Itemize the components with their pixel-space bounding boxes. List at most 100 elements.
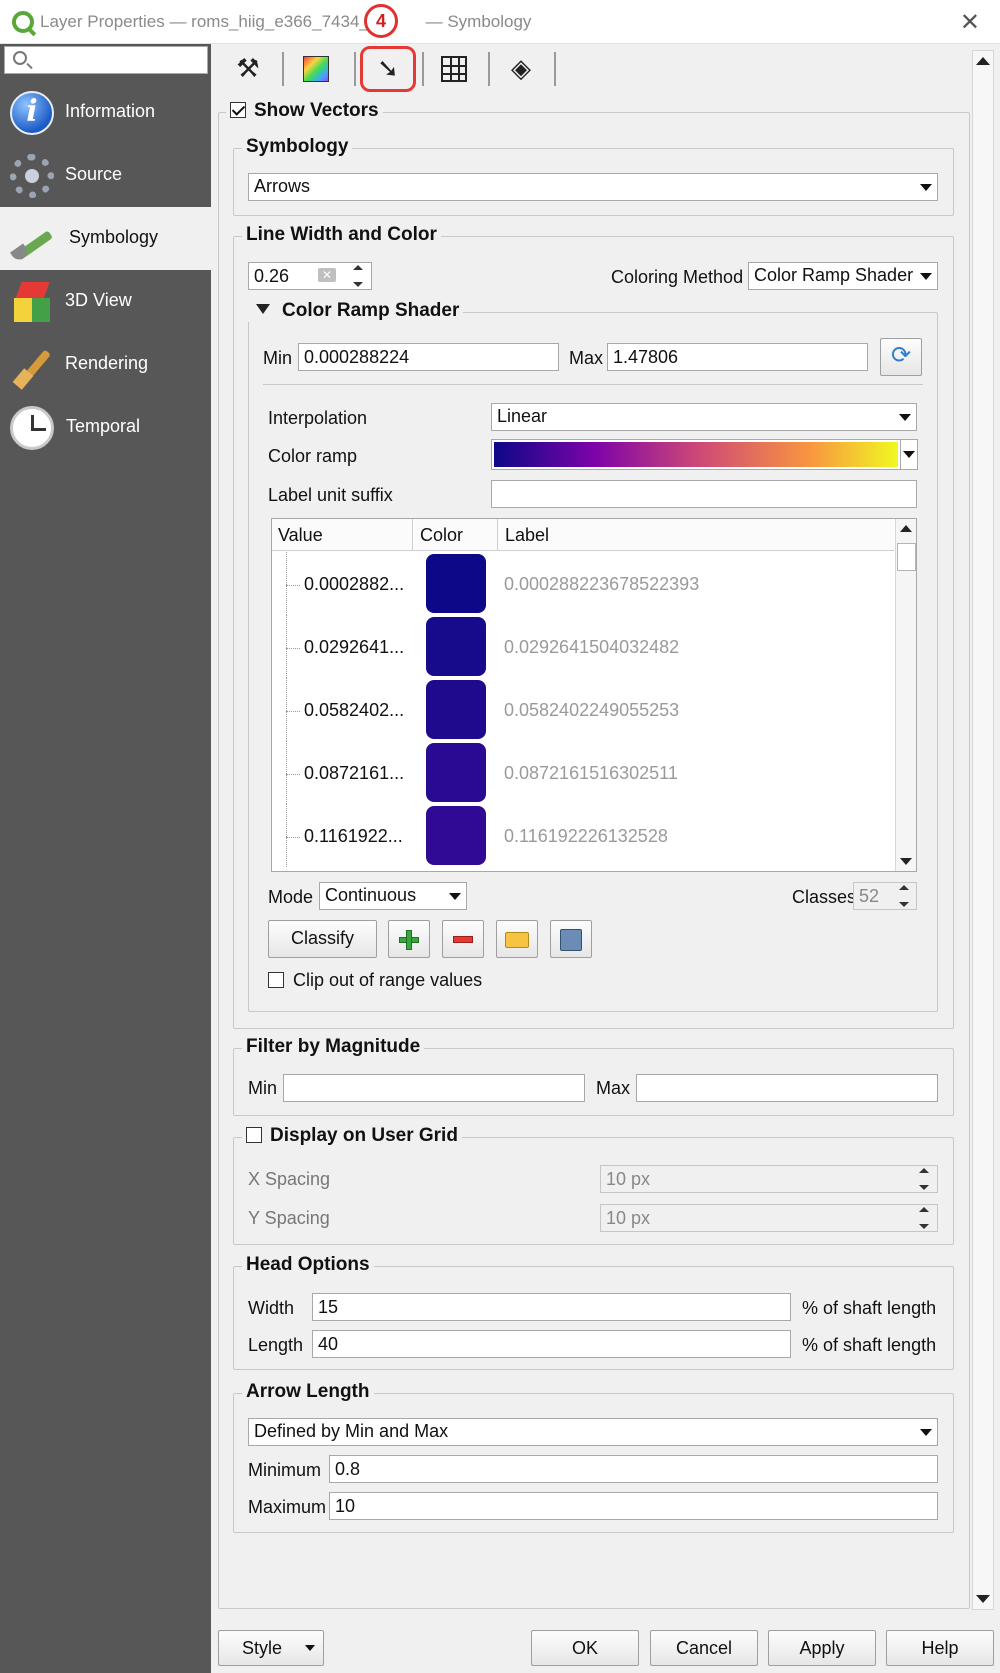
arrow-maximum-label: Maximum: [248, 1497, 327, 1517]
export-class-button[interactable]: [550, 920, 592, 958]
arrow-maximum-input[interactable]: 10: [329, 1492, 938, 1520]
sidebar-item-temporal[interactable]: Temporal: [0, 396, 211, 459]
symbology-select-value: Arrows: [254, 176, 311, 196]
sidebar-item-label: Temporal: [66, 416, 141, 436]
row-color-swatch[interactable]: [426, 554, 486, 613]
step-down-icon[interactable]: [353, 282, 363, 287]
user-grid-checkbox[interactable]: [246, 1127, 262, 1143]
mode-select[interactable]: Continuous: [319, 882, 467, 910]
ramp-min-input[interactable]: 0.000288224: [298, 343, 559, 371]
remove-class-button[interactable]: [442, 920, 484, 958]
row-label[interactable]: 0.0582402249055253: [504, 700, 679, 721]
scroll-up-arrow-icon[interactable]: [976, 57, 990, 65]
classify-button[interactable]: Classify: [268, 920, 377, 958]
style-button[interactable]: Style: [218, 1630, 324, 1666]
cancel-button[interactable]: Cancel: [650, 1630, 758, 1666]
divider: [263, 384, 923, 385]
x-spacing-stepper[interactable]: [916, 1165, 934, 1193]
line-width-stepper[interactable]: [350, 262, 368, 290]
filter-min-input[interactable]: [283, 1074, 585, 1102]
color-ramp-shader-header[interactable]: Color Ramp Shader: [248, 300, 464, 322]
classes-stepper[interactable]: [896, 882, 914, 910]
table-row[interactable]: 0.0292641... 0.0292641504032482: [272, 615, 892, 678]
help-button[interactable]: Help: [886, 1630, 994, 1666]
scroll-down-arrow-icon[interactable]: [900, 858, 912, 865]
chevron-down-icon: [903, 451, 915, 458]
label-unit-suffix-input[interactable]: [491, 480, 917, 508]
step-up-icon[interactable]: [919, 1168, 929, 1173]
scroll-up-arrow-icon[interactable]: [900, 525, 912, 532]
row-label[interactable]: 0.0292641504032482: [504, 637, 679, 658]
scrollbar-thumb[interactable]: [897, 543, 916, 571]
scroll-down-arrow-icon[interactable]: [976, 1595, 990, 1603]
sidebar-item-rendering[interactable]: Rendering: [0, 333, 211, 396]
clip-out-of-range-checkbox[interactable]: [268, 972, 284, 988]
table-scrollbar[interactable]: [895, 519, 916, 871]
row-label[interactable]: 0.0872161516302511: [504, 763, 678, 784]
load-class-button[interactable]: [496, 920, 538, 958]
grid-icon: [441, 56, 467, 82]
row-label[interactable]: 0.000288223678522393: [504, 574, 699, 595]
row-color-swatch[interactable]: [426, 806, 486, 865]
ok-button[interactable]: OK: [531, 1630, 639, 1666]
row-value[interactable]: 0.0872161...: [304, 763, 404, 784]
step-down-icon[interactable]: [919, 1224, 929, 1229]
row-label[interactable]: 0.116192226132528: [504, 826, 668, 847]
sidebar-item-3d-view[interactable]: 3D View: [0, 270, 211, 333]
chevron-down-icon: [920, 1429, 932, 1436]
color-ramp-shader-label: Color Ramp Shader: [282, 300, 460, 321]
sidebar-item-symbology[interactable]: Symbology: [0, 207, 211, 270]
step-down-icon[interactable]: [919, 1185, 929, 1190]
column-header-color[interactable]: Color: [420, 525, 463, 546]
symbology-select[interactable]: Arrows: [248, 173, 938, 201]
sidebar-item-source[interactable]: Source: [0, 144, 211, 207]
show-vectors-checkbox[interactable]: [230, 102, 246, 118]
sidebar-item-information[interactable]: i Information: [0, 81, 211, 144]
clear-field-icon[interactable]: ✕: [318, 268, 336, 282]
collapse-triangle-icon[interactable]: [256, 304, 270, 314]
tab-layers[interactable]: ◈: [492, 50, 550, 88]
column-header-label[interactable]: Label: [505, 525, 549, 546]
row-value[interactable]: 0.0582402...: [304, 700, 404, 721]
row-color-swatch[interactable]: [426, 680, 486, 739]
table-row[interactable]: 0.0002882... 0.000288223678522393: [272, 552, 892, 615]
add-class-button[interactable]: [388, 920, 430, 958]
head-length-input[interactable]: 40: [312, 1330, 791, 1358]
refresh-button[interactable]: ⟳: [880, 338, 922, 376]
active-tab-highlight: [360, 46, 416, 92]
ramp-min-label: Min: [263, 348, 293, 368]
row-value[interactable]: 0.0292641...: [304, 637, 404, 658]
table-row[interactable]: 0.0582402... 0.0582402249055253: [272, 678, 892, 741]
style-button-label: Style: [241, 1638, 283, 1658]
row-value[interactable]: 0.0002882...: [304, 574, 404, 595]
color-ramp-menu-button[interactable]: [900, 439, 918, 470]
step-up-icon[interactable]: [353, 265, 363, 270]
arrow-length-mode-value: Defined by Min and Max: [254, 1421, 449, 1441]
interpolation-select[interactable]: Linear: [491, 403, 917, 431]
head-width-input[interactable]: 15: [312, 1293, 791, 1321]
ramp-max-input[interactable]: 1.47806: [607, 343, 868, 371]
filter-max-input[interactable]: [636, 1074, 938, 1102]
y-spacing-input[interactable]: 10 px: [600, 1204, 938, 1232]
x-spacing-input[interactable]: 10 px: [600, 1165, 938, 1193]
column-header-value[interactable]: Value: [278, 525, 323, 546]
tab-general[interactable]: ⚒: [219, 50, 277, 88]
step-up-icon[interactable]: [919, 1207, 929, 1212]
table-row[interactable]: 0.1161922... 0.116192226132528: [272, 804, 892, 867]
y-spacing-stepper[interactable]: [916, 1204, 934, 1232]
row-color-swatch[interactable]: [426, 743, 486, 802]
step-up-icon[interactable]: [899, 885, 909, 890]
step-down-icon[interactable]: [899, 902, 909, 907]
row-value[interactable]: 0.1161922...: [304, 826, 403, 847]
table-row[interactable]: 0.0872161... 0.0872161516302511: [272, 741, 892, 804]
close-icon[interactable]: ✕: [960, 8, 980, 37]
sidebar-search-input[interactable]: [4, 46, 208, 74]
arrow-minimum-input[interactable]: 0.8: [329, 1455, 938, 1483]
tab-separator: [554, 52, 556, 86]
apply-button[interactable]: Apply: [768, 1630, 876, 1666]
coloring-method-select[interactable]: Color Ramp Shader: [748, 262, 938, 290]
main-scrollbar[interactable]: [972, 50, 994, 1610]
color-ramp-button[interactable]: [491, 439, 901, 470]
row-color-swatch[interactable]: [426, 617, 486, 676]
arrow-length-mode-select[interactable]: Defined by Min and Max: [248, 1418, 938, 1446]
